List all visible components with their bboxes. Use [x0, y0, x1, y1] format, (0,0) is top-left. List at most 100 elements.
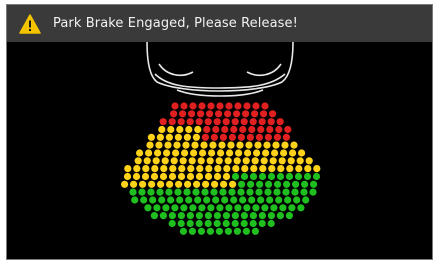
sensor-dot	[181, 149, 189, 157]
sensor-dot	[186, 219, 194, 228]
sensor-dot	[172, 149, 180, 157]
sensor-dot	[145, 149, 153, 157]
sensor-dot	[222, 172, 231, 181]
sensor-dot	[196, 165, 204, 173]
sensor-dot	[182, 141, 190, 149]
sensor-dot	[301, 180, 309, 188]
sensor-dot	[257, 196, 265, 204]
sensor-dot	[243, 204, 251, 212]
sensor-dot	[203, 196, 211, 204]
sensor-dot	[201, 188, 209, 196]
sensor-dot	[221, 196, 229, 204]
sensor-dot	[134, 157, 142, 165]
sensor-dot	[266, 125, 274, 134]
sensor-dot	[152, 157, 160, 165]
sensor-dot	[217, 149, 225, 157]
sensor-dot	[209, 141, 217, 149]
sensor-dot	[232, 165, 240, 173]
sensor-dot	[225, 204, 233, 212]
sensor-dot	[246, 133, 254, 141]
sensor-dot	[303, 172, 312, 181]
sensor-dot	[139, 180, 147, 188]
sensor-dot	[243, 102, 251, 110]
sensor-dot	[186, 212, 194, 220]
sensor-dot	[131, 196, 139, 204]
sensor-dot	[159, 212, 167, 220]
sensor-dot	[197, 110, 205, 118]
alert-message: Park Brake Engaged, Please Release!	[53, 16, 298, 31]
sensor-dot	[212, 196, 220, 204]
sensor-dot	[247, 180, 255, 188]
sensor-dot	[213, 219, 221, 228]
sensor-dot	[261, 102, 269, 110]
sensor-dot	[168, 118, 176, 126]
sensor-dot	[242, 227, 250, 235]
sensor-dot	[216, 204, 224, 212]
sensor-dot	[136, 149, 144, 157]
sensor-dot	[287, 157, 295, 165]
sensor-dot	[224, 227, 232, 235]
sensor-dot	[256, 180, 264, 188]
sensor-dot	[166, 180, 174, 188]
sensor-dot	[233, 227, 241, 235]
sensor-dot	[223, 165, 231, 173]
sensor-dot	[153, 204, 161, 212]
sensor-dot	[177, 219, 185, 228]
sensor-dot	[206, 110, 214, 118]
sensor-dot	[204, 212, 212, 220]
sensor-dot	[268, 165, 276, 173]
sensor-dot	[298, 149, 306, 157]
sensor-dot	[192, 133, 200, 141]
sensor-dot	[171, 204, 179, 212]
sensor-dot	[255, 188, 263, 196]
sensor-dot	[231, 219, 239, 228]
sensor-dot	[138, 188, 146, 196]
sensor-dot	[240, 118, 248, 126]
sensor-dot	[206, 157, 214, 165]
sensor-dot	[141, 172, 150, 181]
sensor-dot	[142, 165, 150, 173]
sensor-dot	[222, 219, 230, 228]
sensor-dot	[133, 165, 141, 173]
sensor-dot	[212, 125, 220, 134]
sensor-dot	[263, 141, 271, 149]
sensor-dot	[150, 172, 159, 181]
sensor-dot	[193, 180, 201, 188]
sensor-dot	[186, 172, 195, 181]
sensor-dot	[188, 227, 196, 235]
sensor-dot	[154, 149, 162, 157]
sensor-dot	[293, 196, 301, 204]
sensor-dot	[180, 204, 188, 212]
sensor-dot	[174, 133, 182, 141]
sensor-dot	[267, 118, 275, 126]
sensor-dot	[246, 188, 254, 196]
sensor-dot	[224, 110, 232, 118]
sensor-dot	[273, 133, 281, 141]
sensor-dot	[313, 165, 321, 173]
sensor-dot	[226, 149, 234, 157]
sensor-dot	[237, 188, 245, 196]
sensor-dot	[175, 180, 183, 188]
sensor-dot	[130, 180, 138, 188]
sensor-dot	[272, 141, 280, 149]
sensor-dot	[275, 196, 283, 204]
sensor-dot	[224, 157, 232, 165]
sensor-dot	[296, 157, 304, 165]
sensor-dot	[185, 196, 193, 204]
sensor-dot	[167, 125, 175, 134]
sensor-dot	[267, 219, 275, 228]
sensor-dot	[221, 125, 229, 134]
sensor-dot	[242, 110, 250, 118]
sensor-dot	[198, 102, 206, 110]
sensor-dot	[216, 102, 224, 110]
sensor-dot	[198, 204, 206, 212]
sensor-dot	[194, 196, 202, 204]
sensor-dot	[276, 172, 285, 181]
sensor-dot	[241, 165, 249, 173]
sensor-dot	[192, 188, 200, 196]
sensor-dot	[159, 118, 167, 126]
sensor-dot	[264, 133, 272, 141]
proximity-sensor-grid	[121, 102, 321, 235]
sensor-dot	[129, 188, 137, 196]
sensor-dot	[155, 141, 163, 149]
